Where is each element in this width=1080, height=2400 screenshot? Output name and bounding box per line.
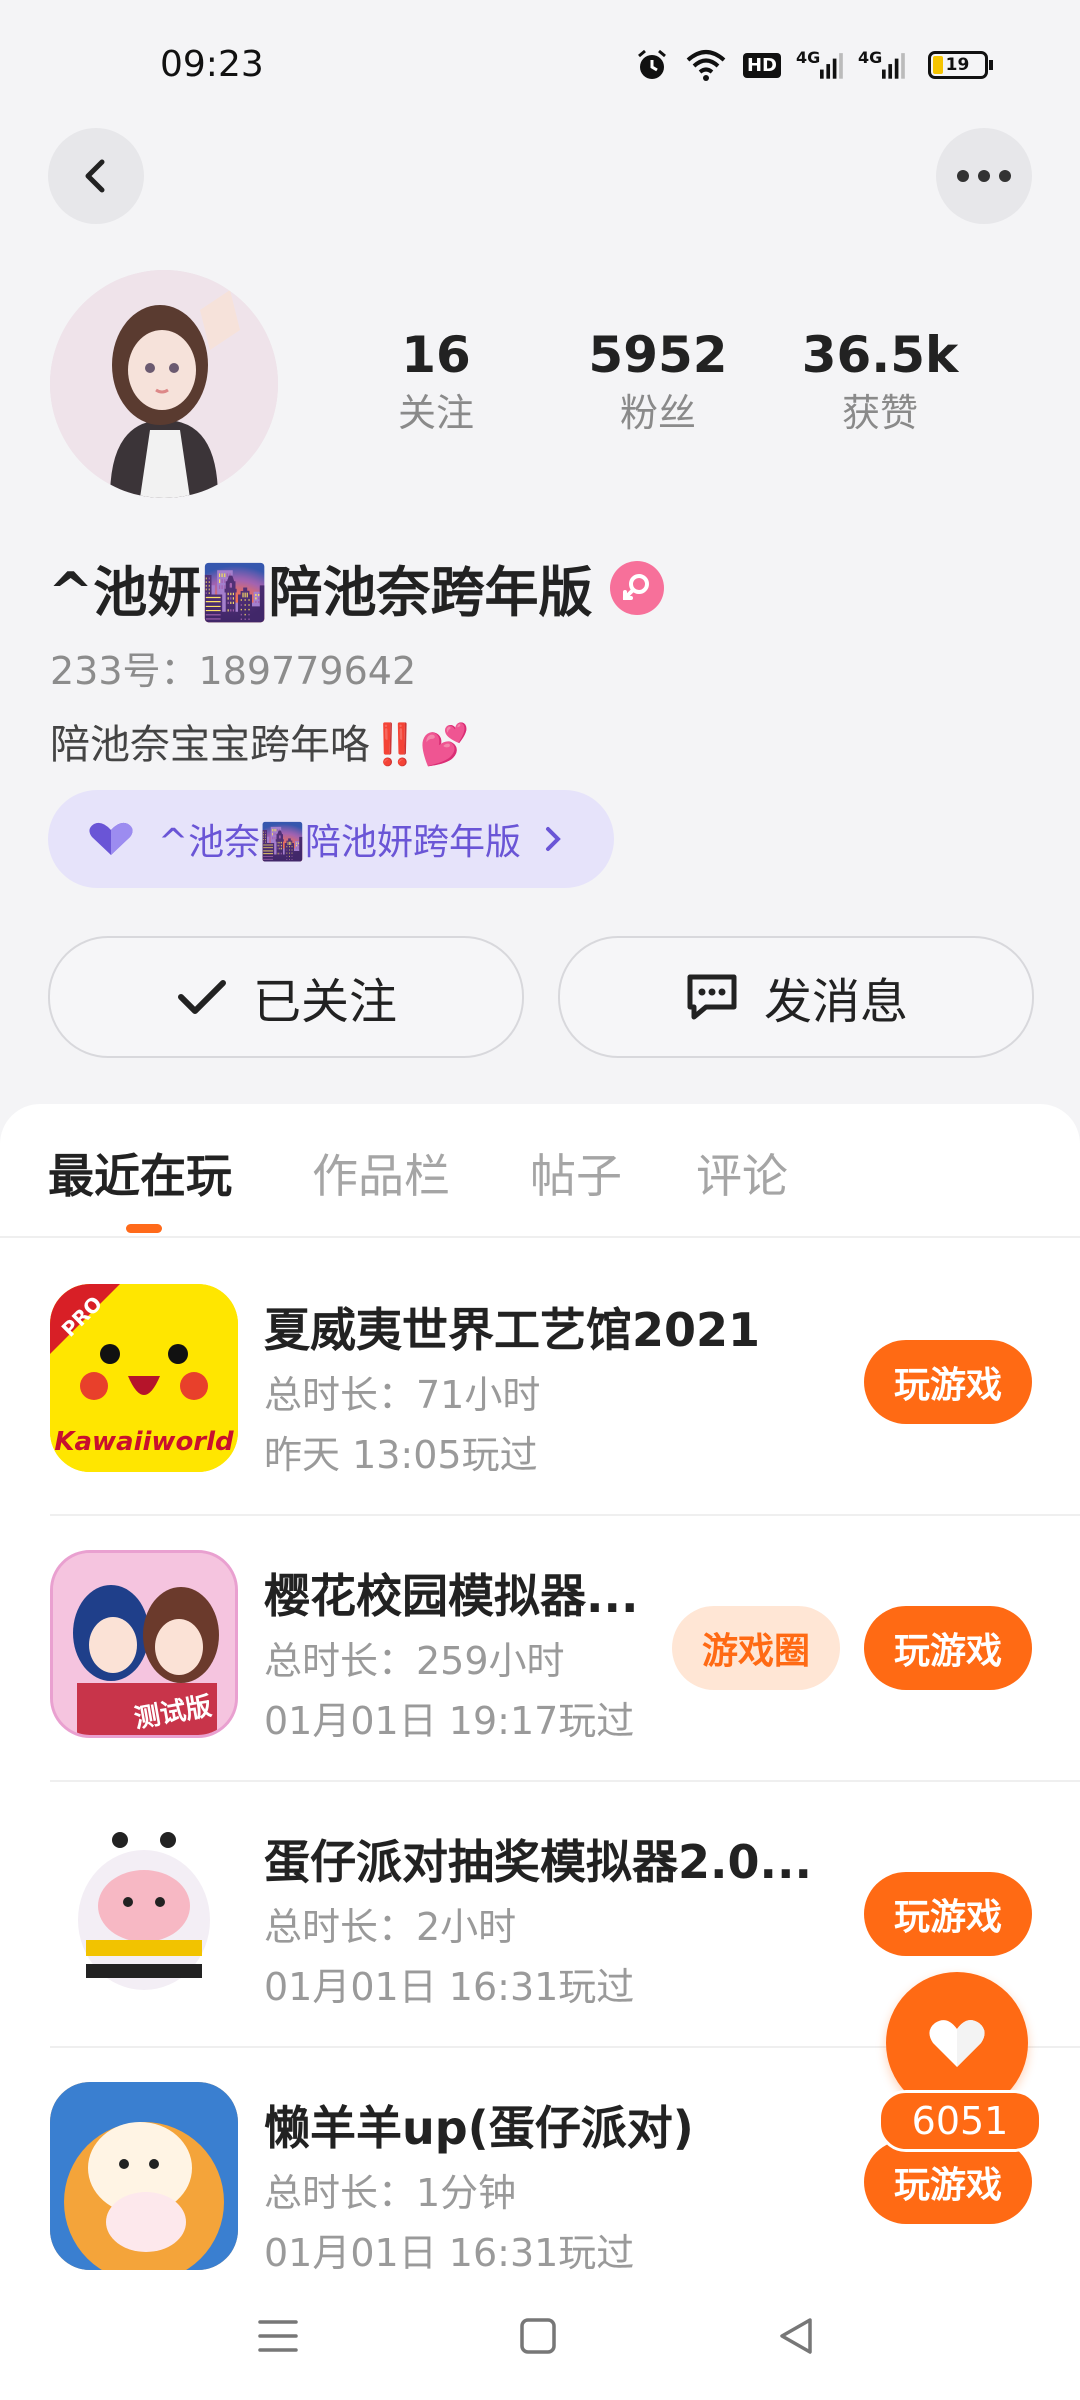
like-count: 6051: [878, 2090, 1042, 2152]
game-row[interactable]: 测试版 樱花校园模拟器... 总时长：259小时 01月01日 19:17玩过 …: [0, 1528, 1080, 1794]
game-duration: 总时长：259小时: [264, 1639, 565, 1683]
divider: [50, 1780, 1080, 1782]
avatar[interactable]: [50, 270, 278, 498]
follow-button[interactable]: 已关注: [48, 936, 524, 1058]
tab-comments[interactable]: 评论: [696, 1140, 788, 1206]
system-nav-bar: [0, 2276, 1080, 2400]
chevron-right-icon: [543, 825, 563, 853]
user-id: 233号：189779642: [50, 649, 417, 693]
hd-icon: HD: [740, 48, 784, 82]
status-bar: 09:23 HD 4G 4G 19: [0, 0, 1080, 130]
follow-label: 已关注: [252, 974, 397, 1030]
play-game-button[interactable]: 玩游戏: [864, 1340, 1032, 1424]
tab-indicator: [126, 1224, 162, 1233]
couple-tag[interactable]: ^池奈🌆陪池妍跨年版: [48, 790, 614, 888]
game-title: 夏威夷世界工艺馆2021: [264, 1303, 761, 1357]
menu-icon[interactable]: [256, 2316, 300, 2360]
divider: [50, 1514, 1080, 1516]
signal-4g-icon: 4G: [796, 48, 844, 82]
play-game-button[interactable]: 玩游戏: [864, 2140, 1032, 2224]
game-last-played: 01月01日 16:31玩过: [264, 2231, 635, 2275]
stat-following[interactable]: 16 关注: [341, 325, 531, 441]
stat-likes[interactable]: 36.5k 获赞: [785, 325, 975, 441]
back-button[interactable]: [48, 128, 144, 224]
game-icon: PRO Kawaiiworld: [50, 1284, 238, 1472]
stat-label: 获赞: [841, 391, 918, 435]
game-duration: 总时长：71小时: [264, 1373, 541, 1417]
stat-value: 36.5k: [801, 326, 959, 384]
message-button[interactable]: 发消息: [558, 936, 1034, 1058]
game-duration: 总时长：2小时: [264, 1905, 517, 1949]
game-icon: [50, 1816, 238, 2004]
chevron-left-icon: [85, 159, 105, 193]
username-text: ^池妍🌆陪池奈跨年版: [48, 561, 593, 624]
tab-posts[interactable]: 帖子: [530, 1140, 622, 1206]
game-last-played: 昨天 13:05玩过: [264, 1433, 538, 1477]
stat-fans[interactable]: 5952 粉丝: [563, 325, 753, 441]
stat-label: 粉丝: [619, 391, 696, 435]
game-last-played: 01月01日 16:31玩过: [264, 1965, 635, 2009]
game-duration: 总时长：1分钟: [264, 2171, 517, 2215]
female-icon: [610, 560, 665, 615]
game-title: 蛋仔派对抽奖模拟器2.0...: [264, 1835, 812, 1889]
game-last-played: 01月01日 19:17玩过: [264, 1699, 635, 1743]
play-game-button[interactable]: 玩游戏: [864, 1872, 1032, 1956]
stat-value: 16: [401, 326, 471, 384]
game-row[interactable]: PRO Kawaiiworld 夏威夷世界工艺馆2021 总时长：71小时 昨天…: [0, 1262, 1080, 1528]
game-title: 樱花校园模拟器...: [264, 1569, 639, 1623]
more-button[interactable]: [936, 128, 1032, 224]
username: ^池妍🌆陪池奈跨年版: [48, 548, 665, 627]
kawaiiworld-logo-text: Kawaiiworld: [54, 1427, 234, 1457]
chat-icon: [687, 974, 737, 1020]
game-circle-button[interactable]: 游戏圈: [672, 1606, 840, 1690]
heart-icon: [86, 821, 136, 857]
check-icon: [177, 980, 226, 1014]
game-icon: 测试版: [50, 1550, 238, 1738]
signal-4g-icon: 4G: [858, 48, 906, 82]
heart-icon: [929, 2020, 985, 2067]
alarm-icon: [632, 48, 672, 82]
game-title: 懒羊羊up(蛋仔派对): [264, 2101, 694, 2155]
stat-label: 关注: [397, 391, 474, 435]
status-time: 09:23: [160, 44, 264, 85]
tab-recent-play[interactable]: 最近在玩: [48, 1140, 232, 1206]
back-triangle-icon[interactable]: [776, 2316, 816, 2360]
game-icon: [50, 2082, 238, 2270]
stat-value: 5952: [588, 326, 728, 384]
couple-tag-label: ^池奈🌆陪池妍跨年版: [158, 822, 521, 863]
play-game-button[interactable]: 玩游戏: [864, 1606, 1032, 1690]
battery-icon: 19: [924, 48, 996, 82]
more-dots-icon: [957, 170, 1011, 182]
message-label: 发消息: [763, 974, 908, 1030]
user-bio: 陪池奈宝宝跨年咯‼️💕: [50, 722, 470, 768]
home-icon[interactable]: [518, 2316, 558, 2360]
tab-works[interactable]: 作品栏: [312, 1140, 450, 1206]
divider: [0, 1236, 1080, 1238]
wifi-icon: [682, 48, 730, 82]
